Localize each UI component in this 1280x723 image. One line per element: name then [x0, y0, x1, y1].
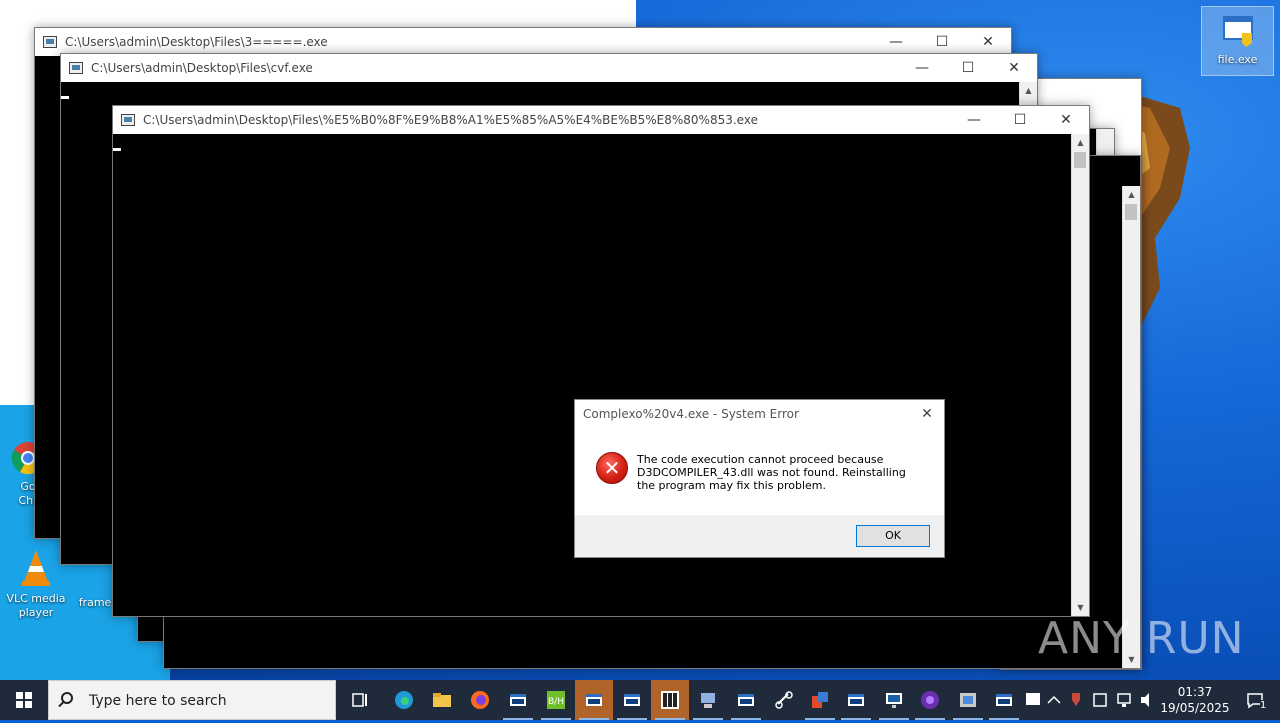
scroll-thumb[interactable]: [1125, 204, 1137, 220]
search-placeholder: Type here to search: [89, 693, 227, 709]
taskbar-link-tool[interactable]: [765, 680, 803, 720]
minimize-button[interactable]: —: [899, 54, 945, 82]
console-icon: [848, 694, 864, 706]
dialog-close-button[interactable]: ✕: [916, 403, 938, 425]
taskbar-console-6[interactable]: [985, 680, 1023, 720]
clock-date: 19/05/2025: [1160, 701, 1230, 715]
network-icon[interactable]: [1117, 693, 1131, 707]
link-icon: [775, 691, 793, 709]
error-icon: ✕: [596, 452, 628, 484]
console-app-icon: [43, 36, 57, 48]
search-icon: [61, 692, 73, 704]
installer-icon: [960, 693, 976, 707]
vlc-cone-icon: [22, 550, 50, 586]
task-view-icon: [352, 693, 367, 707]
monitor-icon: [886, 693, 902, 708]
chevron-up-icon[interactable]: [1047, 695, 1061, 704]
console-icon: [738, 694, 754, 706]
window-title: C:\Users\admin\Desktop\Files\%E5%B0%8F%E…: [143, 113, 758, 127]
taskbar-file-explorer[interactable]: [423, 680, 461, 720]
console-icon: [586, 694, 602, 706]
window-titlebar[interactable]: C:\Users\admin\Desktop\Files\%E5%B0%8F%E…: [113, 106, 1089, 134]
vertical-scrollbar[interactable]: ▲ ▼: [1071, 134, 1089, 616]
taskbar-app-grid[interactable]: [651, 680, 689, 720]
desktop-icon-file-exe[interactable]: file.exe: [1201, 6, 1274, 76]
edge-icon: [395, 691, 413, 709]
notification-center-button[interactable]: 1: [1236, 680, 1274, 720]
close-button[interactable]: ✕: [965, 28, 1011, 56]
exe-file-icon: [1222, 16, 1253, 47]
console-icon: [996, 694, 1012, 706]
taskbar-bh-app[interactable]: B/H: [537, 680, 575, 720]
desktop-icon-label: file.exe: [1217, 53, 1258, 66]
grid-app-icon: [661, 691, 679, 709]
taskbar-console-1[interactable]: [499, 680, 537, 720]
clock-time: 01:37: [1177, 685, 1213, 699]
firefox-icon: [471, 691, 489, 709]
tray-app-icon[interactable]: [1026, 693, 1040, 705]
window-titlebar[interactable]: C:\Users\admin\Desktop\Files\cvf.exe — ☐…: [61, 54, 1037, 82]
tray-device-icon[interactable]: [1093, 693, 1107, 707]
window-title: C:\Users\admin\Desktop\Files\cvf.exe: [91, 61, 313, 75]
network-tool-icon: [701, 693, 715, 708]
office-app-icon: [812, 692, 828, 708]
vertical-scrollbar[interactable]: ▲ ▼: [1122, 186, 1140, 668]
taskbar-console-4[interactable]: [727, 680, 765, 720]
bh-app-icon: B/H: [547, 691, 565, 709]
system-error-dialog[interactable]: Complexo%20v4.exe - System Error ✕ ✕ The…: [574, 399, 945, 558]
maximize-button[interactable]: ☐: [997, 106, 1043, 134]
scroll-up-icon[interactable]: ▲: [1072, 134, 1089, 151]
windows-logo-icon: [16, 692, 32, 708]
task-view-button[interactable]: [341, 680, 379, 720]
scroll-up-icon[interactable]: ▲: [1020, 82, 1037, 99]
taskbar-search-box[interactable]: Type here to search: [48, 680, 336, 720]
taskbar-monitor-app[interactable]: [875, 680, 913, 720]
shield-icon[interactable]: [1072, 693, 1080, 706]
desktop-icon-label: VLC media player: [6, 592, 66, 619]
ok-button[interactable]: OK: [856, 525, 930, 547]
console-cursor: [113, 148, 121, 151]
taskbar-console-5[interactable]: [837, 680, 875, 720]
taskbar-firefox[interactable]: [461, 680, 499, 720]
taskbar-office-app[interactable]: [801, 680, 839, 720]
window-titlebar[interactable]: C:\Users\admin\Desktop\Files\3=====.exe …: [35, 28, 1011, 56]
minimize-button[interactable]: —: [951, 106, 997, 134]
dialog-title: Complexo%20v4.exe - System Error: [583, 407, 799, 421]
anyrun-watermark: ANY RUN: [1038, 613, 1245, 664]
close-button[interactable]: ✕: [1043, 106, 1089, 134]
maximize-button[interactable]: ☐: [919, 28, 965, 56]
taskbar-clock[interactable]: 01:37 19/05/2025: [1160, 684, 1230, 716]
notification-count-badge: 1: [1260, 700, 1267, 711]
media-app-icon: [921, 691, 939, 709]
system-tray: [1024, 680, 1154, 720]
scroll-thumb[interactable]: [1074, 152, 1086, 168]
dialog-message: The code execution cannot proceed becaus…: [637, 453, 906, 492]
taskbar-console-2[interactable]: [575, 680, 613, 720]
minimize-button[interactable]: —: [873, 28, 919, 56]
close-button[interactable]: ✕: [991, 54, 1037, 82]
console-app-icon: [121, 114, 135, 126]
dialog-footer: OK: [575, 515, 944, 557]
taskbar: Type here to search B/H 01:37 19/05/2025…: [0, 680, 1280, 720]
taskbar-media-app[interactable]: [911, 680, 949, 720]
taskbar-install-app[interactable]: [949, 680, 987, 720]
start-button[interactable]: [0, 680, 48, 720]
console-icon: [624, 694, 640, 706]
console-icon: [510, 694, 526, 706]
window-title: C:\Users\admin\Desktop\Files\3=====.exe: [65, 35, 328, 49]
taskbar-console-3[interactable]: [613, 680, 651, 720]
taskbar-network-tool[interactable]: [689, 680, 727, 720]
taskbar-edge[interactable]: [385, 680, 423, 720]
volume-icon[interactable]: [1141, 693, 1149, 707]
console-app-icon: [69, 62, 83, 74]
svg-text:B/H: B/H: [548, 697, 564, 707]
maximize-button[interactable]: ☐: [945, 54, 991, 82]
console-cursor: [61, 96, 69, 99]
scroll-up-icon[interactable]: ▲: [1123, 186, 1140, 203]
folder-icon: [433, 693, 451, 707]
